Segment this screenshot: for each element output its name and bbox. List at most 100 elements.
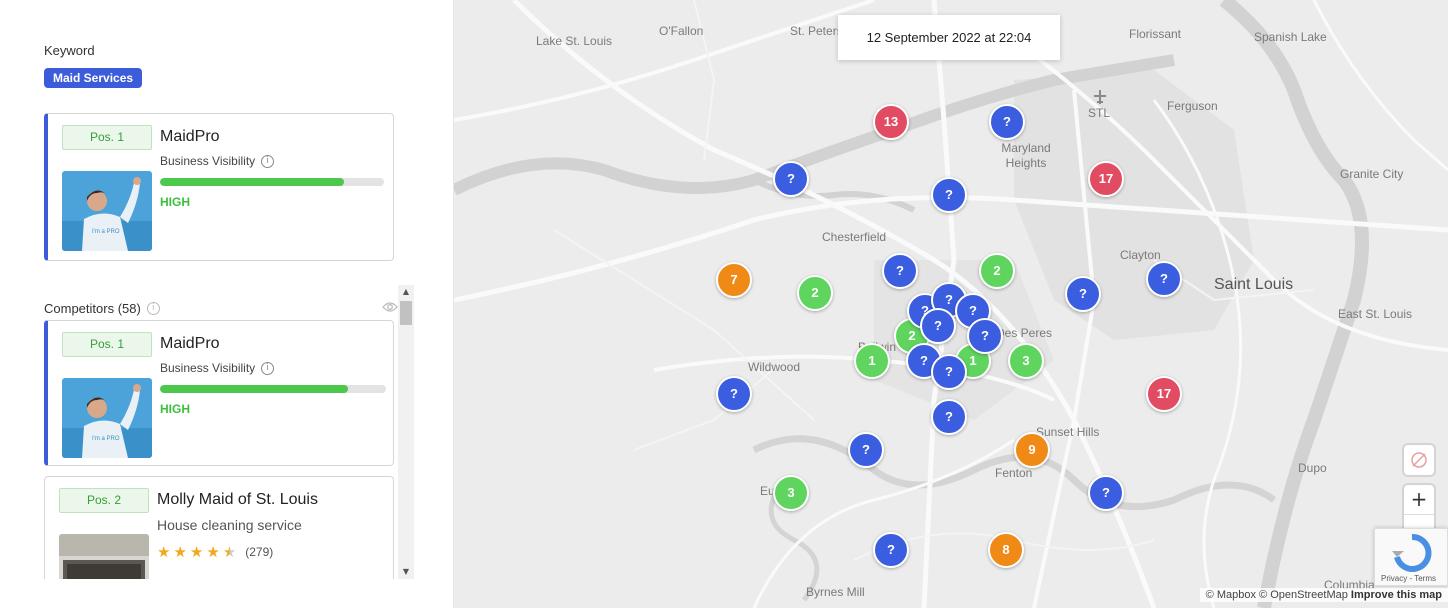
info-icon[interactable]: i xyxy=(146,302,160,315)
svg-text:I'm a PRO: I'm a PRO xyxy=(92,436,120,442)
place-label: Wildwood xyxy=(748,360,801,374)
eye-icon[interactable] xyxy=(382,301,398,313)
privacy-link[interactable]: Privacy xyxy=(1381,574,1407,583)
visibility-bar xyxy=(160,178,384,186)
map-attribution: © Mapbox © OpenStreetMap Improve this ma… xyxy=(1199,588,1448,602)
selected-business-card[interactable]: Pos. 1 MaidPro Business Visibility i HIG… xyxy=(44,113,394,261)
place-label: Saint Louis xyxy=(1214,276,1294,293)
zoom-in-button[interactable]: + xyxy=(1404,485,1434,514)
place-label: Lake St. Louis xyxy=(536,34,613,48)
place-label: Clayton xyxy=(1120,248,1161,262)
rank-marker[interactable]: 17 xyxy=(1088,161,1124,197)
business-photo: I'm a PRO xyxy=(62,171,152,251)
map-view[interactable]: Lake St. Louis O'Fallon St. Peters Flori… xyxy=(454,0,1448,608)
recaptcha-badge[interactable]: Privacy - Terms xyxy=(1374,528,1448,586)
visibility-label: Business Visibility xyxy=(160,361,256,375)
rank-marker[interactable]: ? xyxy=(848,432,884,468)
place-label: Maryland Heights xyxy=(1001,141,1051,170)
place-label: Des Peres xyxy=(996,326,1053,340)
terms-link[interactable]: Terms xyxy=(1414,574,1436,583)
place-label: O'Fallon xyxy=(659,24,704,38)
competitors-list[interactable]: Pos. 1 MaidPro Business Visibility i HIG… xyxy=(0,318,398,579)
eye-off-icon[interactable] xyxy=(1404,445,1434,475)
rank-marker[interactable]: ? xyxy=(773,161,809,197)
keyword-badge[interactable]: Maid Services xyxy=(44,68,143,88)
rank-marker[interactable]: ? xyxy=(931,354,967,390)
rank-marker[interactable]: 2 xyxy=(979,253,1015,289)
recaptcha-icon xyxy=(1392,533,1432,572)
visibility-bar xyxy=(160,385,386,393)
star-icon: ★ xyxy=(173,543,187,561)
review-count: (279) xyxy=(245,545,274,559)
competitors-label: Competitors (58) xyxy=(44,301,141,316)
visibility-bar-fill xyxy=(160,178,344,186)
svg-text:I'm a PRO: I'm a PRO xyxy=(92,229,120,235)
rank-marker[interactable]: ? xyxy=(1065,276,1101,312)
rank-marker[interactable]: 3 xyxy=(1008,343,1044,379)
scan-timestamp: 12 September 2022 at 22:04 xyxy=(838,15,1060,60)
rank-marker[interactable]: 13 xyxy=(873,104,909,140)
scroll-up-arrow[interactable]: ▲ xyxy=(398,285,414,299)
visibility-level: HIGH xyxy=(160,195,190,209)
position-badge: Pos. 2 xyxy=(59,488,149,513)
visibility-level: HIGH xyxy=(160,402,190,416)
rank-marker[interactable]: ? xyxy=(873,532,909,568)
business-name: Molly Maid of St. Louis xyxy=(157,491,318,508)
rank-marker[interactable]: ? xyxy=(989,104,1025,140)
business-name: MaidPro xyxy=(160,128,220,145)
position-badge: Pos. 1 xyxy=(62,332,152,357)
info-icon[interactable]: i xyxy=(261,154,275,168)
rank-marker[interactable]: 1 xyxy=(854,343,890,379)
place-label: Ferguson xyxy=(1167,99,1218,113)
rank-marker[interactable]: 7 xyxy=(716,262,752,298)
rank-marker[interactable]: ? xyxy=(920,308,956,344)
keyword-label: Keyword xyxy=(44,43,95,58)
position-badge: Pos. 1 xyxy=(62,125,152,150)
rank-marker[interactable]: 3 xyxy=(773,475,809,511)
business-name: MaidPro xyxy=(160,335,220,352)
rating-stars: ★ ★ ★ ★ ★ (279) xyxy=(157,543,273,561)
competitors-label-row: Competitors (58) i xyxy=(44,301,160,316)
rank-marker[interactable]: ? xyxy=(716,376,752,412)
place-label: East St. Louis xyxy=(1338,307,1413,321)
rank-marker[interactable]: ? xyxy=(1088,475,1124,511)
info-icon[interactable]: i xyxy=(261,361,275,375)
competitor-card[interactable]: Pos. 1 MaidPro Business Visibility i HIG… xyxy=(44,320,394,466)
mapbox-attribution-link[interactable]: © Mapbox xyxy=(1206,589,1256,601)
half-star-icon: ★ xyxy=(222,543,237,561)
place-label: Byrnes Mill xyxy=(806,585,865,599)
improve-map-link[interactable]: Improve this map xyxy=(1351,589,1442,601)
visibility-bar-fill xyxy=(160,385,348,393)
competitor-card[interactable]: Pos. 2 Molly Maid of St. Louis House cle… xyxy=(44,476,394,579)
place-label: Fenton xyxy=(995,466,1033,480)
place-label: STL xyxy=(1088,106,1111,120)
rank-marker[interactable]: 9 xyxy=(1014,432,1050,468)
hide-markers-control[interactable] xyxy=(1404,445,1434,475)
osm-attribution-link[interactable]: © OpenStreetMap xyxy=(1259,589,1348,601)
sidebar: Keyword Maid Services Pos. 1 MaidPro Bus… xyxy=(0,0,454,608)
visibility-label-row: Business Visibility i xyxy=(160,154,275,168)
rank-marker[interactable]: ? xyxy=(967,318,1003,354)
rank-marker[interactable]: ? xyxy=(931,399,967,435)
star-icon: ★ xyxy=(206,543,220,561)
business-photo xyxy=(59,534,149,579)
competitors-scrollbar[interactable]: ▲ ▼ xyxy=(398,285,414,579)
place-label: Dupo xyxy=(1298,461,1327,475)
rank-marker[interactable]: 2 xyxy=(797,275,833,311)
business-category: House cleaning service xyxy=(157,517,302,533)
scroll-down-arrow[interactable]: ▼ xyxy=(398,565,414,579)
place-label: Sunset Hills xyxy=(1036,425,1100,439)
scroll-thumb[interactable] xyxy=(400,301,412,325)
rank-marker[interactable]: ? xyxy=(1146,261,1182,297)
place-label: St. Peters xyxy=(790,24,843,38)
place-label: Florissant xyxy=(1129,27,1182,41)
rank-marker[interactable]: ? xyxy=(931,177,967,213)
place-label: Granite City xyxy=(1340,167,1404,181)
rank-marker[interactable]: ? xyxy=(882,253,918,289)
rank-marker[interactable]: 8 xyxy=(988,532,1024,568)
place-label: Chesterfield xyxy=(822,230,887,244)
place-label: Spanish Lake xyxy=(1254,30,1327,44)
star-icon: ★ xyxy=(189,543,204,561)
rank-marker[interactable]: 17 xyxy=(1146,376,1182,412)
visibility-label-row: Business Visibility i xyxy=(160,361,275,375)
